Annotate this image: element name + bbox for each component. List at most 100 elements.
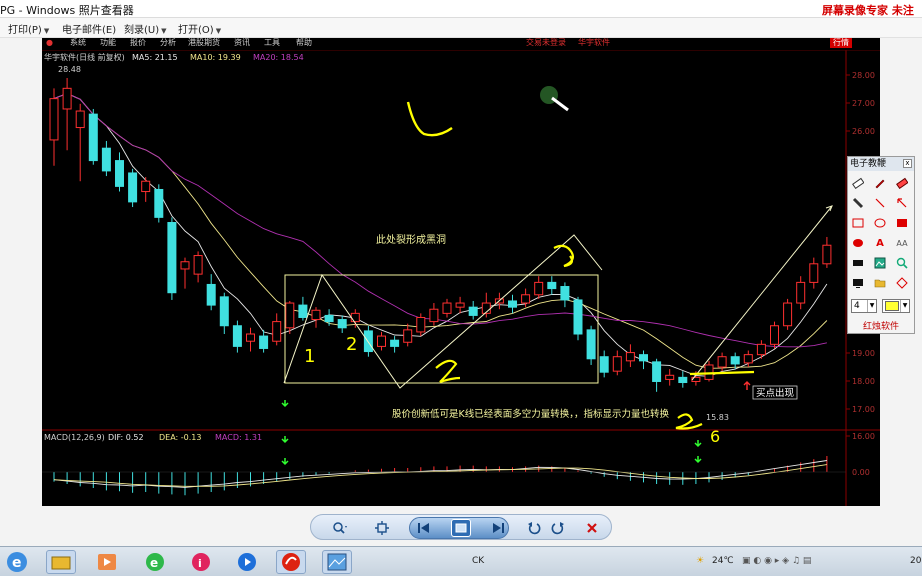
quote-badge: 行情: [830, 38, 852, 48]
slideshow-icon[interactable]: [451, 519, 471, 537]
recorder-watermark: 屏幕录像专家 未注: [822, 4, 914, 17]
actual-size-icon[interactable]: [373, 519, 391, 537]
software-menu-item: 功能: [100, 38, 116, 47]
burn-menu[interactable]: 刻录(U) ▼: [124, 21, 167, 36]
start-ie-icon[interactable]: e: [2, 548, 32, 576]
app-red-icon[interactable]: i: [186, 550, 216, 574]
candle-body: [311, 309, 321, 321]
candle-body: [154, 188, 164, 218]
candle-body: [717, 356, 727, 368]
browser-green-icon[interactable]: e: [140, 550, 170, 574]
candle-body: [350, 312, 360, 323]
buy-point-annotation: 买点出现: [756, 387, 795, 399]
pen-palette: 电子教鞭 x A AA 4 ▼ ▼ 红烛软件: [847, 156, 915, 334]
price-tick-label: 27.00: [852, 99, 875, 108]
handwritten-check: [406, 101, 453, 137]
image-icon[interactable]: [872, 255, 888, 271]
zoom-icon[interactable]: [331, 519, 349, 537]
price-tick-label: 18.00: [852, 377, 875, 386]
delete-icon[interactable]: [583, 519, 601, 537]
candle-body: [390, 339, 400, 347]
macd-tick-label: 0.00: [852, 468, 870, 477]
eraser-red-icon[interactable]: [894, 175, 910, 191]
photo-canvas: 28.00 27.00 26.00 19.00 18.00 17.00 16.00 0.00 华…: [42, 38, 880, 506]
text-a-icon[interactable]: A: [872, 235, 888, 251]
email-menu[interactable]: 电子邮件(E): [62, 21, 116, 36]
green-arrow-icon: [281, 436, 289, 444]
taskbar: e e i CK ☀ 24℃ ▣ ◐ ◉ ▸ ◈ ♫ ▤ 20: [0, 546, 922, 576]
candle-body: [298, 304, 308, 318]
candle-body: [62, 87, 72, 110]
ma-label: MA20: 18.54: [253, 53, 304, 62]
pointer-stick-icon: [551, 96, 569, 112]
chevron-down-icon: ▼: [900, 300, 909, 312]
video-player-icon[interactable]: [232, 550, 262, 574]
close-icon[interactable]: x: [903, 159, 912, 168]
rotate-left-icon[interactable]: [525, 519, 543, 537]
price-tick-label: 28.00: [852, 71, 875, 80]
stock-app-icon[interactable]: [276, 550, 306, 574]
filled-rect-icon[interactable]: [894, 215, 910, 231]
text-aa-icon[interactable]: AA: [894, 235, 910, 251]
software-menu-item: 工具: [264, 38, 280, 47]
candle-body: [770, 325, 779, 345]
arrow-icon[interactable]: [894, 195, 910, 211]
svg-text:i: i: [198, 557, 202, 570]
open-menu[interactable]: 打开(O) ▼: [178, 21, 221, 36]
software-brand: 华宇软件: [578, 38, 610, 47]
dea-line: [53, 464, 827, 487]
ma-label: MA10: 19.39: [190, 53, 241, 62]
stock-label: 华宇软件(日线 前复权): [44, 52, 125, 62]
candle-body: [272, 321, 282, 342]
rectangle-icon[interactable]: [850, 215, 866, 231]
divergence-annotation: 股价创新低可是K线已经表面多空力量转换，，指标显示力量也转换: [392, 408, 669, 420]
marker-icon[interactable]: [850, 195, 866, 211]
eraser-icon[interactable]: [850, 175, 866, 191]
candle-body: [573, 299, 583, 335]
rotate-right-icon[interactable]: [549, 519, 567, 537]
ellipse-icon[interactable]: [872, 215, 888, 231]
candle-body: [285, 302, 295, 329]
candle-body: [232, 325, 242, 347]
candle-body: [796, 281, 806, 304]
green-arrow-icon: [694, 440, 702, 448]
ma-label: MA5: 21.15: [132, 53, 178, 62]
input-indicator[interactable]: CK: [472, 556, 484, 566]
stock-chart: 28.00 27.00 26.00 19.00 18.00 17.00 16.00 0.00 华…: [42, 49, 880, 506]
chevron-down-icon: ▼: [867, 300, 876, 312]
candle-body: [704, 364, 714, 380]
pen-palette-brand: 红烛软件: [862, 322, 899, 332]
candle-body: [783, 302, 793, 327]
chevron-down-icon: ▼: [161, 27, 167, 35]
buy-arrow-icon: [743, 381, 751, 390]
explorer-icon[interactable]: [46, 550, 76, 574]
candle-body: [442, 302, 452, 314]
black-hole-annotation: 此处裂形成黑洞: [376, 233, 446, 246]
media-player-icon[interactable]: [92, 550, 122, 574]
zoom-icon[interactable]: [894, 255, 910, 271]
tray-icons[interactable]: ▣ ◐ ◉ ▸ ◈ ♫ ▤: [742, 556, 811, 566]
previous-icon[interactable]: [415, 519, 433, 537]
filled-ellipse-icon[interactable]: [850, 235, 866, 251]
diamond-icon[interactable]: [894, 275, 910, 291]
pen-size-select[interactable]: 4 ▼: [851, 299, 877, 313]
green-arrow-icon: [281, 400, 289, 408]
pen-icon[interactable]: [872, 175, 888, 191]
candle-body: [822, 244, 832, 265]
software-menu-item: 系统: [70, 38, 86, 47]
green-arrow-icon: [694, 456, 702, 464]
price-tick-label: 19.00: [852, 349, 875, 358]
print-menu[interactable]: 打印(P) ▼: [8, 21, 49, 36]
line-icon[interactable]: [872, 195, 888, 211]
pen-color-select[interactable]: ▼: [882, 299, 910, 313]
candle-body: [141, 180, 151, 193]
candle-body: [377, 335, 386, 347]
black-bar-icon[interactable]: [850, 255, 866, 271]
software-menu-item: 分析: [160, 38, 176, 47]
folder-icon[interactable]: [872, 275, 888, 291]
photo-viewer-icon[interactable]: [322, 550, 352, 574]
screen-icon[interactable]: [850, 275, 866, 291]
candle-body: [612, 356, 622, 372]
candle-body: [337, 319, 347, 329]
next-icon[interactable]: [489, 519, 507, 537]
